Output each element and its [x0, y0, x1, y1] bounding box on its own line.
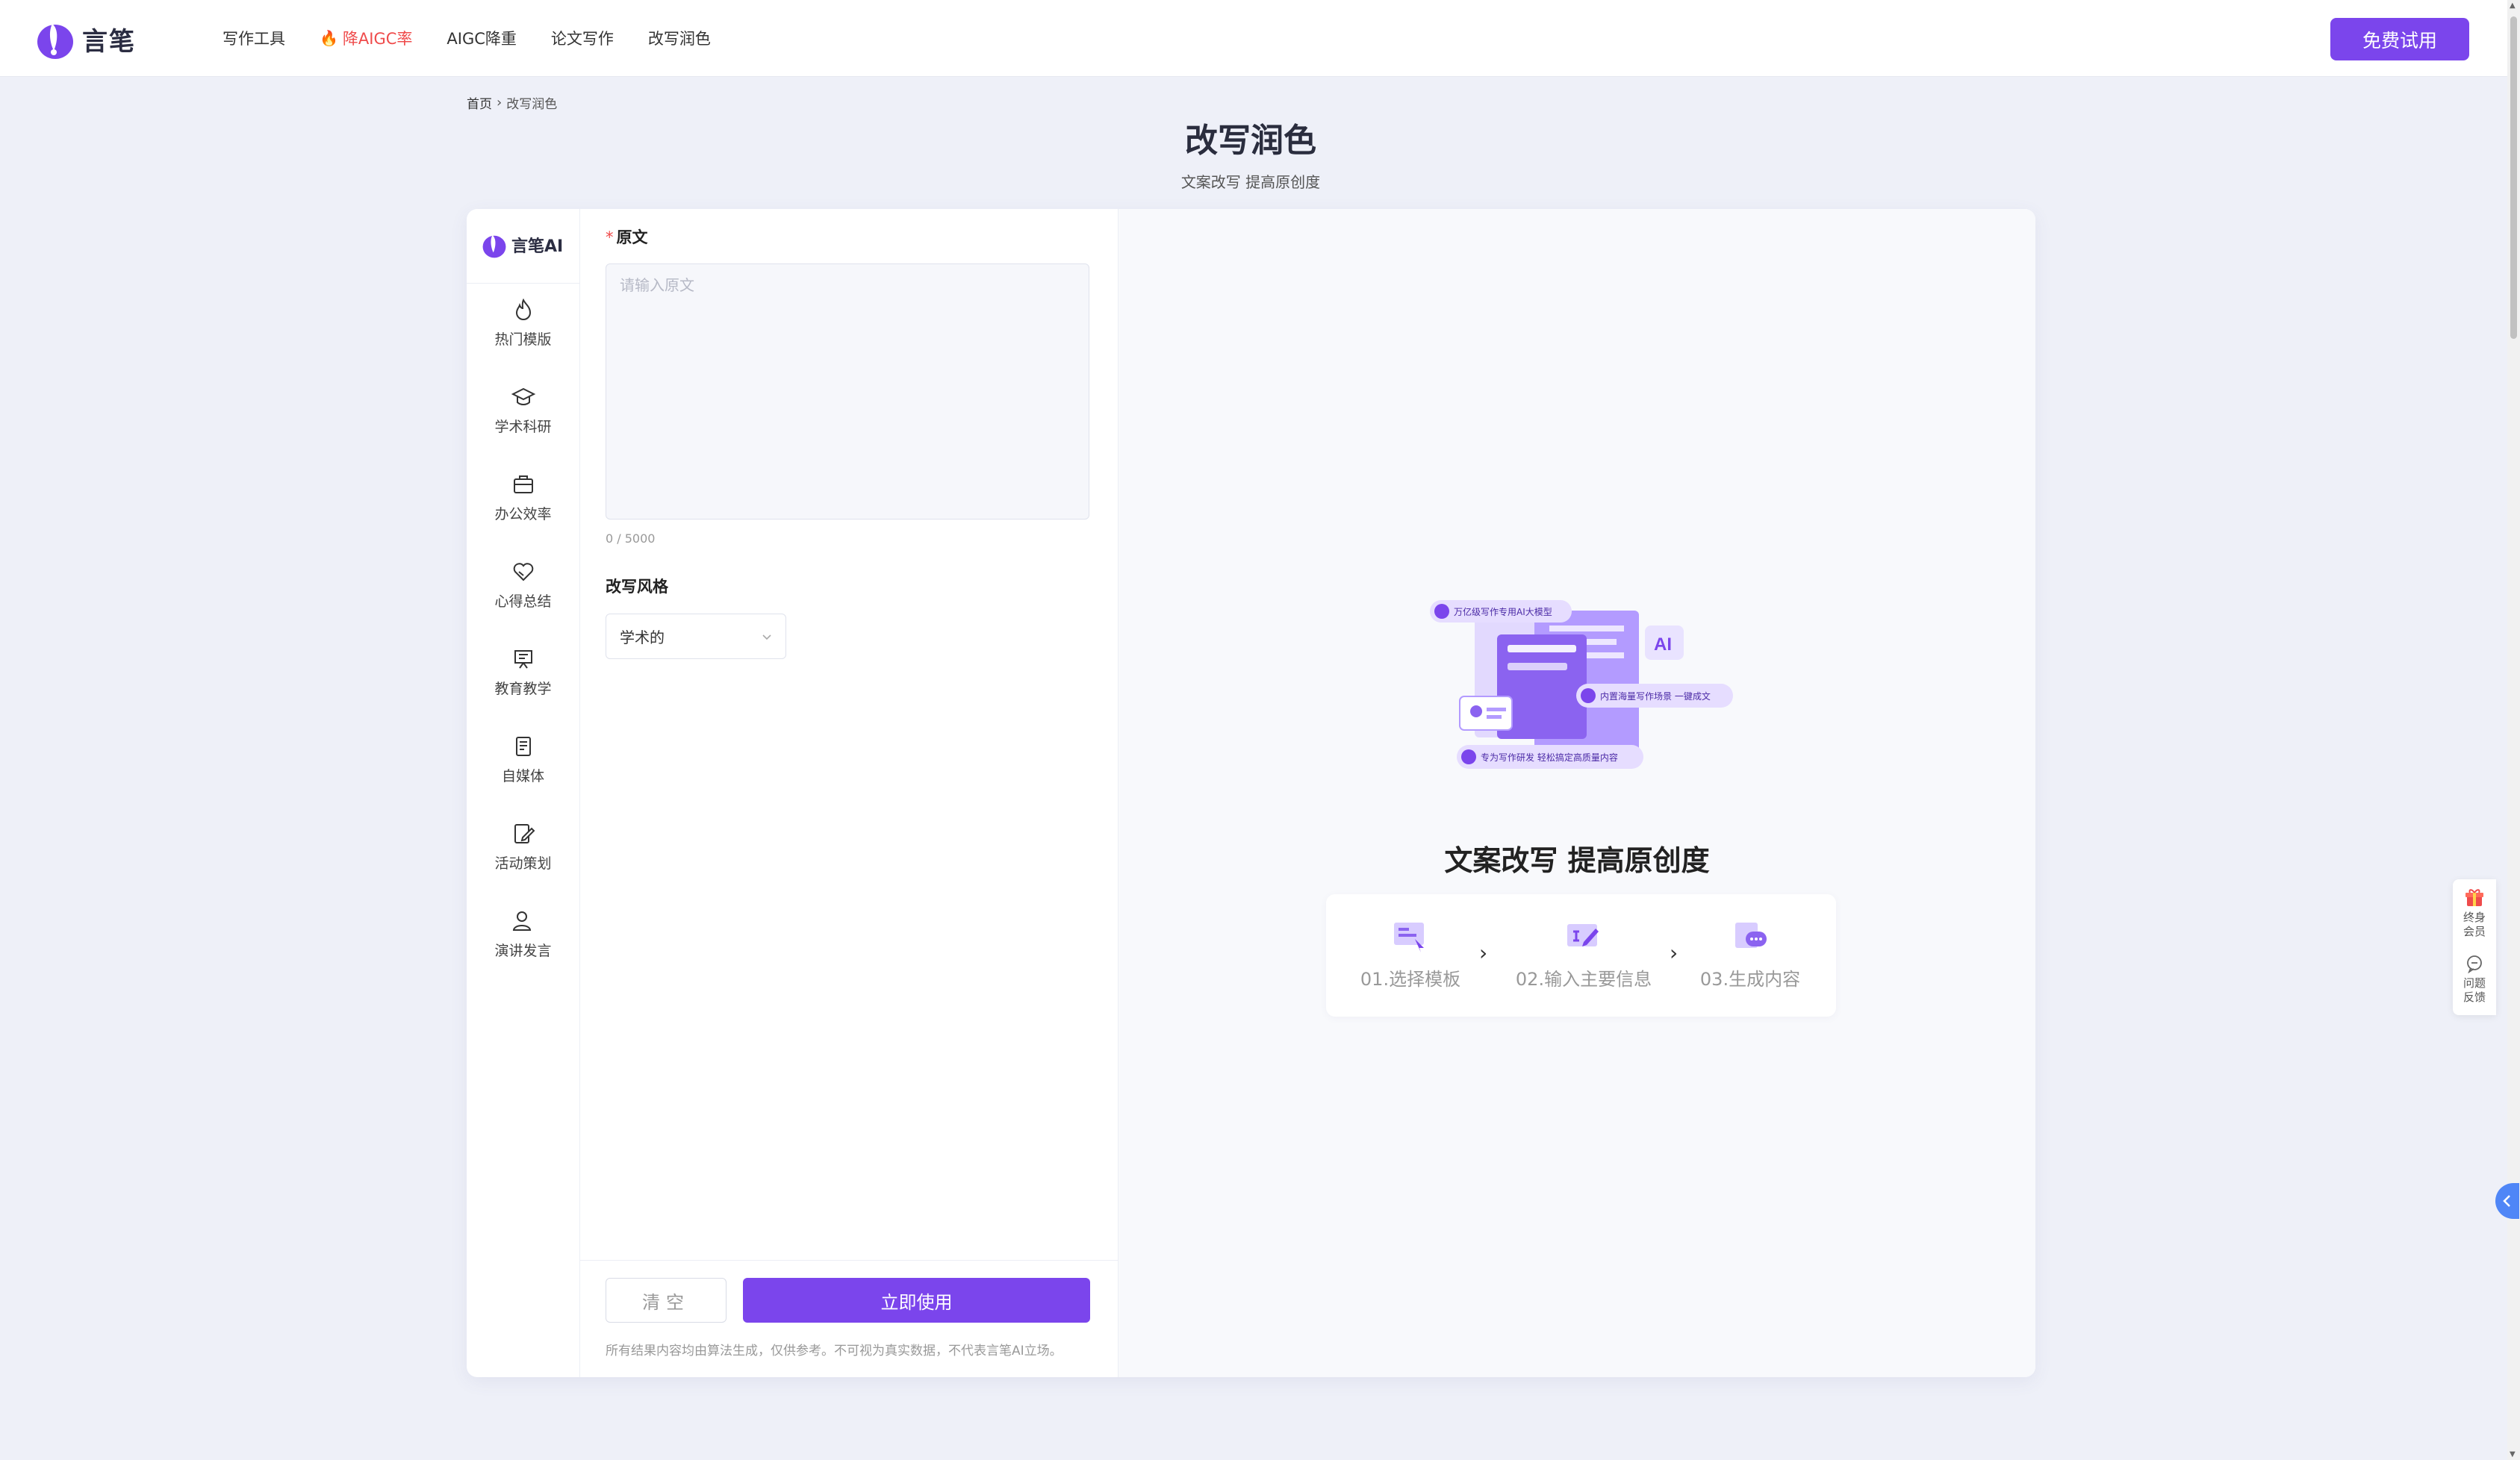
gift-icon — [2465, 889, 2483, 906]
rail-item-speech[interactable]: 演讲发言 — [467, 908, 579, 983]
scroll-up-arrow-icon[interactable]: ▲ — [2510, 1, 2516, 10]
rewrite-form: *原文 0 / 5000 改写风格 学术的 清空 立即使用 所有结果内容均由算法… — [580, 209, 1119, 1377]
collapse-panel-button[interactable] — [2495, 1183, 2519, 1219]
rail-item-label: 心得总结 — [494, 593, 552, 610]
speaker-icon — [512, 911, 531, 931]
rail-item-events[interactable]: 活动策划 — [467, 821, 579, 896]
pen-logo-icon — [37, 24, 73, 59]
source-label-text: 原文 — [616, 228, 648, 246]
brand-name: 言笔 — [82, 26, 136, 57]
floating-side-panel: 终身会员 问题反馈 — [2453, 879, 2496, 1015]
breadcrumb-home[interactable]: 首页 — [467, 93, 492, 112]
feedback-button[interactable]: 问题反馈 — [2453, 954, 2496, 1005]
breadcrumb: 首页 › 改写润色 — [467, 93, 557, 112]
page-subtitle: 文案改写 提高原创度 — [1180, 173, 1321, 191]
lifetime-vip-button[interactable]: 终身会员 — [2453, 887, 2496, 939]
rail-item-academic[interactable]: 学术科研 — [467, 384, 579, 459]
rail-item-label: 学术科研 — [494, 419, 552, 435]
brand-logo[interactable]: 言笔 — [36, 18, 136, 60]
form-footer-divider — [580, 1260, 1118, 1261]
use-now-button[interactable]: 立即使用 — [743, 1278, 1090, 1323]
nav-rewrite-polish[interactable]: 改写润色 — [648, 27, 711, 49]
chat-generate-icon — [1735, 923, 1767, 948]
chevron-right-icon: › — [497, 95, 503, 110]
rail-item-education[interactable]: 教育教学 — [467, 646, 579, 721]
step-label: 01.选择模板 — [1360, 969, 1461, 990]
ai-writing-illustration: AI 万亿级写作专用AI大模型 内置海量写作场景 一键成文 专为写作研发 轻松搞… — [1430, 600, 1733, 769]
source-field-label: * 原文 — [606, 225, 648, 248]
graduation-cap-icon — [511, 387, 535, 405]
style-select-value: 学术的 — [620, 628, 665, 646]
top-nav: 写作工具 🔥 降AIGC率 AIGC降重 论文写作 改写润色 — [223, 0, 745, 76]
tool-card: 言笔AI 热门模版 学术科研 办公效率 心得总结 教育教学 自媒体 活动策划 演… — [467, 209, 2035, 1377]
rail-item-media[interactable]: 自媒体 — [467, 734, 579, 808]
illus-ai-badge: AI — [1654, 634, 1672, 655]
disclaimer-text: 所有结果内容均由算法生成，仅供参考。不可视为真实数据，不代表言笔AI立场。 — [606, 1344, 1063, 1358]
page-scrollbar[interactable]: ▲ ▼ — [2507, 0, 2520, 1460]
fire-icon — [515, 298, 531, 320]
char-counter: 0 / 5000 — [606, 531, 656, 546]
rail-item-office[interactable]: 办公效率 — [467, 472, 579, 546]
illus-badge-1: 万亿级写作专用AI大模型 — [1454, 606, 1552, 617]
feedback-chat-icon — [2467, 955, 2482, 974]
rail-logo-text: 言笔AI — [511, 237, 564, 256]
nav-paper-writing[interactable]: 论文写作 — [551, 27, 614, 49]
rail-logo[interactable]: 言笔AI — [482, 231, 563, 258]
feedback-label: 问题反馈 — [2463, 976, 2486, 1004]
chevron-left-icon — [2503, 1195, 2510, 1207]
rail-item-hot-templates[interactable]: 热门模版 — [467, 297, 579, 372]
step-select-template: 01.选择模板 — [1336, 917, 1485, 991]
style-field-label: 改写风格 — [606, 578, 668, 596]
step-label: 03.生成内容 — [1699, 969, 1801, 990]
top-header: 言笔 写作工具 🔥 降AIGC率 AIGC降重 论文写作 改写润色 免费试用 — [0, 0, 2507, 77]
rail-item-label: 自媒体 — [501, 768, 544, 784]
rail-item-summary[interactable]: 心得总结 — [467, 559, 579, 634]
edit-input-icon — [1567, 924, 1599, 946]
free-trial-button[interactable]: 免费试用 — [2330, 18, 2469, 60]
page-title: 改写润色 — [1185, 122, 1316, 160]
step-label: 02.输入主要信息 — [1515, 969, 1652, 990]
preview-title: 文案改写 提高原创度 — [1444, 844, 1710, 877]
rail-item-label: 活动策划 — [494, 855, 552, 872]
nav-aigc-dedup[interactable]: AIGC降重 — [447, 27, 517, 49]
steps-panel: 01.选择模板 › 02.输入主要信息 › 03.生成内容 — [1326, 894, 1836, 1017]
chevron-right-icon: › — [1479, 940, 1488, 965]
scroll-thumb[interactable] — [2510, 16, 2517, 339]
nav-writing-tools[interactable]: 写作工具 — [223, 27, 285, 49]
briefcase-icon — [513, 475, 533, 493]
step-generate: 03.生成内容 — [1676, 917, 1825, 991]
required-mark: * — [606, 228, 614, 246]
rail-item-label: 热门模版 — [494, 331, 552, 348]
result-preview: AI 万亿级写作专用AI大模型 内置海量写作场景 一键成文 专为写作研发 轻松搞… — [1119, 209, 2035, 1377]
presentation-icon — [514, 650, 532, 669]
template-icon — [1394, 923, 1424, 952]
chevron-down-icon — [762, 634, 771, 640]
nav-reduce-aigc[interactable]: 🔥 降AIGC率 — [320, 27, 412, 49]
clear-button[interactable]: 清空 — [606, 1278, 727, 1323]
scroll-down-arrow-icon[interactable]: ▼ — [2510, 1450, 2516, 1459]
nav-reduce-aigc-label: 降AIGC率 — [342, 30, 413, 48]
rail-item-label: 演讲发言 — [494, 943, 552, 959]
heart-hand-icon — [513, 563, 533, 581]
breadcrumb-current: 改写润色 — [506, 97, 558, 112]
lifetime-vip-label: 终身会员 — [2463, 911, 2486, 938]
rail-item-label: 办公效率 — [494, 506, 552, 522]
rail-item-label: 教育教学 — [494, 681, 552, 697]
source-text-input[interactable] — [606, 263, 1089, 520]
illus-badge-2: 内置海量写作场景 一键成文 — [1600, 690, 1711, 702]
pen-logo-icon — [482, 235, 506, 258]
edit-doc-icon — [514, 824, 535, 843]
category-rail: 言笔AI 热门模版 学术科研 办公效率 心得总结 教育教学 自媒体 活动策划 演… — [467, 209, 580, 1377]
document-icon — [515, 737, 531, 756]
step-input-info: 02.输入主要信息 — [1509, 917, 1658, 991]
flame-icon: 🔥 — [320, 29, 338, 47]
illus-badge-3: 专为写作研发 轻松搞定高质量内容 — [1481, 752, 1618, 763]
style-select[interactable]: 学术的 — [606, 614, 786, 659]
rail-divider — [467, 283, 579, 284]
